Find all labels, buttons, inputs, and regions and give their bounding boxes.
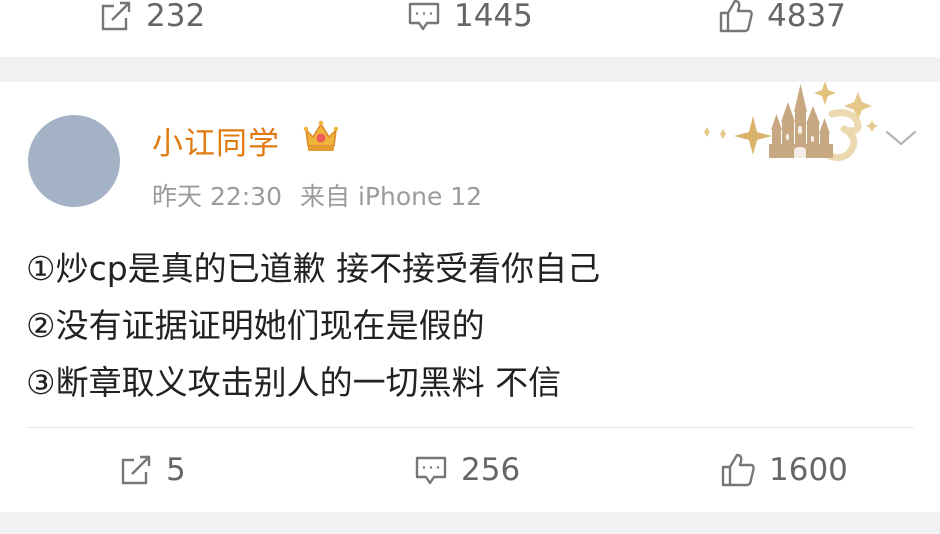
like-count: 1600 [769,452,848,488]
comment-button[interactable]: 256 [413,452,520,488]
thumbs-up-icon [717,0,755,35]
post-meta: 昨天 22:30 来自 iPhone 12 [152,177,482,213]
post-source: 来自 iPhone 12 [300,182,483,211]
avatar[interactable] [28,115,120,207]
repost-icon [98,0,134,34]
comment-button[interactable]: 1445 [406,0,533,34]
comment-count: 1445 [454,0,533,34]
comment-icon [406,0,442,34]
post-action-bar: 5 256 1600 [0,440,940,500]
repost-button[interactable]: 232 [98,0,205,34]
divider [26,427,914,428]
post-text-line-2: ②没有证据证明她们现在是假的 [26,306,485,345]
previous-post-action-bar: 232 1445 4837 [0,0,940,46]
username[interactable]: 小讧同学 [152,118,280,163]
repost-button[interactable]: 5 [118,452,186,488]
comment-icon [413,452,449,488]
repost-count: 5 [166,452,186,488]
post-text-line-3: ③断章取义攻击别人的一切黑料 不信 [26,363,562,402]
like-count: 4837 [767,0,846,34]
post-time: 昨天 22:30 [152,182,282,211]
thumbs-up-icon [719,451,757,489]
feed-separator [0,57,940,82]
repost-icon [118,452,154,488]
weibo-feed: 232 1445 4837 小讧同学 昨天 22:30 来自 iPhone 12… [0,0,940,534]
crown-icon[interactable] [302,118,340,158]
comment-count: 256 [461,452,521,488]
like-button[interactable]: 4837 [717,0,846,35]
chevron-down-icon[interactable] [884,128,918,152]
castle-badge-icon [694,81,884,166]
post-content: ①炒cp是真的已道歉 接不接受看你自己 ②没有证据证明她们现在是假的 ③断章取义… [26,240,600,411]
post-text-line-1: ①炒cp是真的已道歉 接不接受看你自己 [26,249,601,288]
like-button[interactable]: 1600 [719,451,848,489]
repost-count: 232 [146,0,206,34]
feed-separator [0,512,940,534]
